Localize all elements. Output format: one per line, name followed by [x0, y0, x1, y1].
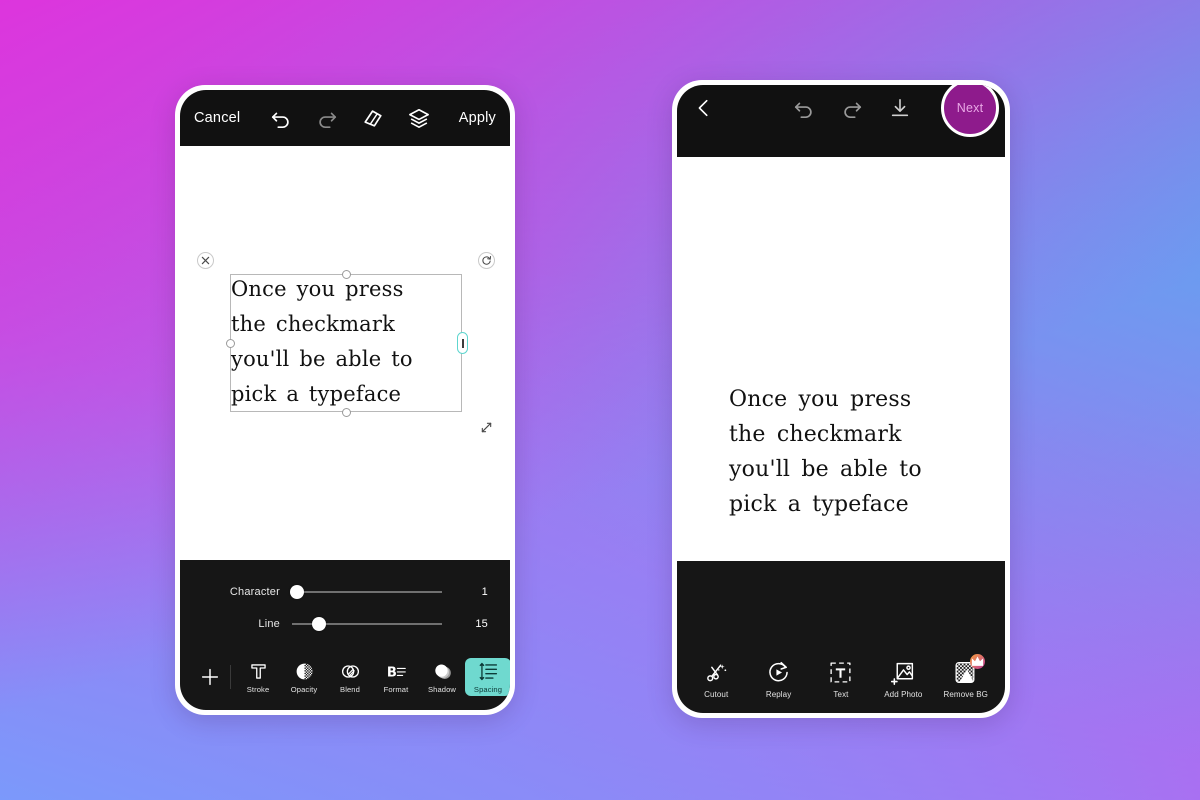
resize-corner-icon[interactable] — [478, 419, 495, 436]
editor-canvas[interactable]: Once you press the checkmark you'll be a… — [180, 146, 510, 560]
editor-toolbar: Cancel Apply — [180, 90, 510, 146]
phone-mockup-right: Next Once you press the checkmark you'll… — [672, 80, 1010, 718]
tool-replay[interactable]: Replay — [750, 657, 808, 701]
phone-mockup-left: Cancel Apply Once you press the checkmar… — [175, 85, 515, 715]
canvas-text[interactable]: Once you press the checkmark you'll be a… — [231, 272, 467, 412]
tool-opacity[interactable]: Opacity — [281, 658, 327, 696]
tool-label-format: Format — [383, 685, 409, 694]
toolbar-icon-group — [270, 107, 430, 129]
slider-value-line: 15 — [475, 618, 488, 630]
spacing-slider-panel: Character 1 Line 15 — [180, 560, 510, 648]
dock-tool-list: Stroke Opacity Blend B Format Shadow Spa… — [235, 658, 510, 696]
text-tool-dock: Stroke Opacity Blend B Format Shadow Spa… — [180, 648, 510, 710]
resize-handle-bottom[interactable] — [341, 407, 351, 417]
phone-screen-right: Next Once you press the checkmark you'll… — [677, 85, 1005, 713]
tool-label-shadow: Shadow — [427, 685, 457, 694]
back-chevron-icon[interactable] — [693, 97, 715, 119]
slider-row-character: Character 1 — [180, 576, 510, 608]
project-toolbar-icon-group — [793, 97, 911, 119]
tool-label-blend: Blend — [340, 685, 360, 694]
rotate-icon[interactable] — [478, 252, 495, 269]
tool-stroke[interactable]: Stroke — [235, 658, 281, 696]
undo-icon[interactable] — [270, 107, 292, 129]
eraser-icon[interactable] — [362, 107, 384, 129]
tool-label-cutout: Cutout — [704, 690, 729, 699]
project-tool-dock: Cutout Replay Text Add Photo Remove BG — [677, 654, 1005, 701]
undo-icon[interactable] — [793, 97, 815, 119]
apply-button[interactable]: Apply — [459, 110, 496, 126]
add-layer-button[interactable] — [190, 666, 230, 688]
slider-thumb-line[interactable] — [312, 617, 326, 631]
next-button[interactable]: Next — [941, 85, 999, 137]
remove-bg-icon-wrap — [953, 654, 986, 685]
layers-icon[interactable] — [408, 107, 430, 129]
tool-shadow[interactable]: Shadow — [419, 658, 465, 696]
project-toolbar: Next — [677, 85, 1005, 157]
tool-format[interactable]: B Format — [373, 658, 419, 696]
tool-label-opacity: Opacity — [290, 685, 318, 694]
resize-handle-top[interactable] — [341, 269, 351, 279]
tool-remove-bg[interactable]: Remove BG — [937, 654, 995, 701]
slider-character[interactable] — [289, 580, 442, 604]
tool-label-spacing: Spacing — [473, 685, 503, 694]
phone-screen-left: Cancel Apply Once you press the checkmar… — [180, 90, 510, 710]
tool-label-add-photo: Add Photo — [884, 690, 923, 699]
redo-icon[interactable] — [841, 97, 863, 119]
premium-crown-icon — [970, 654, 986, 669]
resize-handle-right[interactable] — [457, 332, 468, 354]
redo-icon[interactable] — [316, 107, 338, 129]
tool-spacing[interactable]: Spacing — [465, 658, 510, 696]
tool-label-text: Text — [833, 690, 849, 699]
project-canvas[interactable]: Once you press the checkmark you'll be a… — [677, 157, 1005, 561]
tool-blend[interactable]: Blend — [327, 658, 373, 696]
tool-label-remove-bg: Remove BG — [943, 690, 988, 699]
resize-handle-left[interactable] — [225, 338, 235, 348]
slider-label-line: Line — [258, 618, 280, 630]
slider-line[interactable] — [292, 612, 442, 636]
slider-track-character — [292, 591, 442, 593]
close-icon[interactable] — [197, 252, 214, 269]
canvas-text[interactable]: Once you press the checkmark you'll be a… — [729, 382, 989, 522]
dock-divider — [230, 665, 231, 689]
download-icon[interactable] — [889, 97, 911, 119]
slider-label-character: Character — [229, 586, 280, 598]
tool-text[interactable]: Text — [812, 657, 870, 701]
selected-text-object[interactable]: Once you press the checkmark you'll be a… — [197, 252, 495, 433]
tool-label-text-replay: Replay — [765, 690, 792, 699]
slider-value-character: 1 — [481, 586, 488, 598]
project-bottom-panel: Cutout Replay Text Add Photo Remove BG — [677, 561, 1005, 713]
slider-thumb-character[interactable] — [289, 585, 304, 599]
cancel-button[interactable]: Cancel — [194, 110, 240, 126]
svg-text:B: B — [386, 665, 396, 680]
tool-add-photo[interactable]: Add Photo — [874, 657, 932, 701]
tool-cutout[interactable]: Cutout — [687, 657, 745, 701]
slider-row-line: Line 15 — [180, 608, 510, 640]
tool-label-stroke: Stroke — [246, 685, 270, 694]
